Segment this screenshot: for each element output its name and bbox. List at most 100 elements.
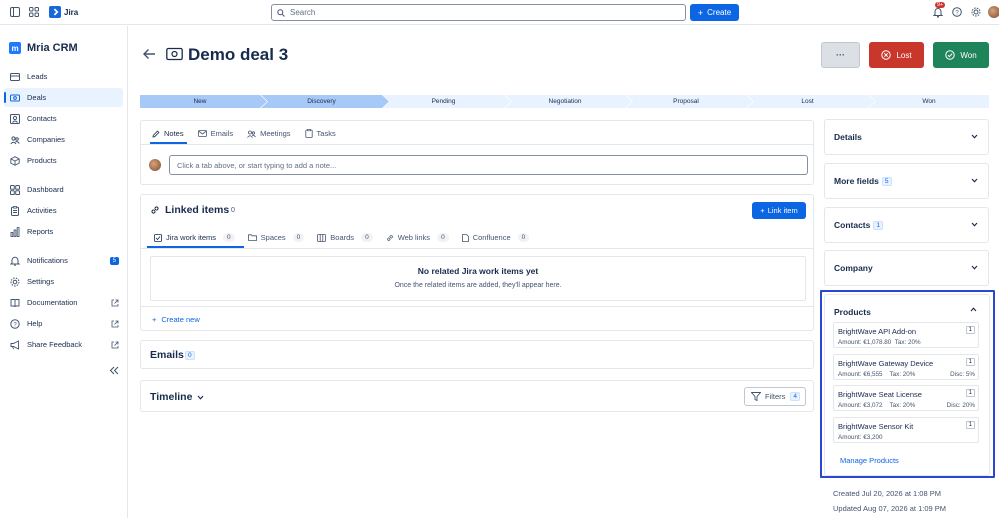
tab-web-links[interactable]: Web links 0	[386, 233, 449, 242]
notifications-bell-icon[interactable]	[933, 7, 943, 18]
jira-logo-icon[interactable]	[49, 6, 61, 18]
tab-confluence[interactable]: Confluence 0	[461, 233, 530, 242]
product-quantity: 1	[965, 358, 975, 366]
product-item[interactable]: BrightWave Gateway Device 1 Amount: €6,5…	[833, 354, 979, 380]
sidebar-item-activities[interactable]: Activities	[4, 201, 123, 220]
company-title: Company	[834, 263, 873, 273]
won-label: Won	[960, 50, 977, 60]
create-button[interactable]: + Create	[690, 4, 739, 21]
sidebar-item-help[interactable]: ? Help	[4, 314, 123, 333]
user-avatar[interactable]	[988, 6, 999, 18]
emails-card: Emails 0	[140, 340, 814, 369]
collapse-sidebar-icon[interactable]	[109, 366, 119, 375]
product-item[interactable]: BrightWave Sensor Kit 1 Amount: €3,200	[833, 417, 979, 443]
tab-notes[interactable]: Notes	[152, 129, 184, 138]
help-icon: ?	[10, 318, 20, 329]
tab-label: Boards	[330, 233, 355, 242]
contacts-section[interactable]: Contacts 1	[824, 207, 989, 243]
divider	[141, 306, 813, 307]
link-icon	[150, 205, 160, 215]
more-fields-section[interactable]: More fields 5	[824, 163, 989, 199]
lost-label: Lost	[896, 50, 912, 60]
sidebar-item-settings[interactable]: Settings	[4, 272, 123, 291]
mark-lost-button[interactable]: Lost	[869, 42, 924, 68]
products-title[interactable]: Products	[834, 307, 871, 317]
details-section[interactable]: Details	[824, 119, 989, 155]
chevron-down-icon[interactable]	[197, 395, 204, 400]
external-link-icon	[111, 320, 119, 328]
activities-clipboard-icon	[10, 205, 20, 216]
sidebar-item-label: Notifications	[27, 256, 68, 265]
sidebar-toggle-icon[interactable]	[10, 7, 20, 17]
chevron-up-icon[interactable]	[970, 307, 977, 312]
tab-jira-work-items[interactable]: Jira work items 0	[154, 233, 235, 242]
sidebar-item-label: Dashboard	[27, 185, 64, 194]
more-fields-count: 5	[881, 176, 892, 186]
linked-items-title: Linked items	[165, 204, 230, 216]
create-new-link[interactable]: + Create new	[152, 315, 200, 324]
tab-label: Meetings	[260, 129, 291, 138]
company-section[interactable]: Company	[824, 250, 989, 286]
sidebar-item-label: Leads	[27, 72, 48, 81]
sidebar-item-reports[interactable]: Reports	[4, 222, 123, 241]
help-icon[interactable]: ?	[952, 7, 962, 17]
app-name[interactable]: Jira	[64, 8, 78, 17]
tab-spaces[interactable]: Spaces 0	[247, 233, 305, 242]
emails-count: 0	[185, 351, 195, 360]
product-item[interactable]: BrightWave Seat License 1 Amount: €3,072…	[833, 385, 979, 411]
activity-tabs: Notes Emails Meetings Tasks	[152, 129, 336, 138]
timeline-card: Timeline Filters 4	[140, 380, 814, 412]
empty-state-title: No related Jira work items yet	[417, 266, 539, 276]
tab-emails[interactable]: Emails	[197, 129, 233, 138]
mark-won-button[interactable]: Won	[933, 42, 989, 68]
notifications-bell-icon	[10, 256, 20, 266]
sidebar-item-documentation[interactable]: Documentation	[4, 293, 123, 312]
search-input[interactable]: Search	[271, 4, 686, 21]
sidebar-item-label: Documentation	[27, 298, 78, 307]
product-discount: Disc: 20%	[946, 402, 975, 409]
emails-title[interactable]: Emails	[150, 349, 184, 361]
sidebar-item-label: Activities	[27, 206, 57, 215]
sidebar-item-companies[interactable]: Companies	[4, 130, 123, 149]
sidebar-item-share-feedback[interactable]: Share Feedback	[4, 335, 123, 354]
app-switcher-icon[interactable]	[29, 7, 39, 17]
create-label: Create	[707, 8, 732, 17]
filters-button[interactable]: Filters 4	[744, 387, 806, 406]
back-arrow-icon[interactable]	[142, 48, 156, 60]
settings-gear-icon[interactable]	[971, 7, 981, 17]
sidebar-item-deals[interactable]: Deals	[4, 88, 123, 107]
sidebar-item-leads[interactable]: Leads	[4, 67, 123, 86]
sidebar-item-products[interactable]: Products	[4, 151, 123, 170]
plus-icon: +	[760, 206, 765, 215]
sidebar-item-dashboard[interactable]: Dashboard	[4, 180, 123, 199]
tab-meetings[interactable]: Meetings	[247, 129, 291, 138]
activity-card: Notes Emails Meetings Tasks Click a tab …	[140, 120, 814, 185]
chevron-down-icon	[971, 222, 978, 227]
people-icon	[247, 130, 256, 138]
sidebar-item-contacts[interactable]: Contacts	[4, 109, 123, 128]
product-item[interactable]: BrightWave API Add-on 1 Amount: €1,078.8…	[833, 322, 979, 348]
manage-products-link[interactable]: Manage Products	[840, 456, 899, 465]
contacts-icon	[10, 113, 20, 124]
plus-icon: +	[697, 7, 704, 18]
filters-count: 4	[790, 392, 801, 401]
empty-state: No related Jira work items yet Once the …	[150, 256, 806, 301]
created-timestamp: Created Jul 20, 2026 at 1:08 PM	[833, 489, 941, 498]
link-item-button[interactable]: + Link item	[752, 202, 806, 219]
product-amount: Amount: €3,072 Tax: 20%	[838, 402, 915, 409]
note-input[interactable]: Click a tab above, or start typing to ad…	[169, 155, 808, 175]
tab-tasks[interactable]: Tasks	[304, 129, 336, 138]
deal-title: Demo deal 3	[188, 45, 289, 64]
amount-text: Amount: €1,078.80	[838, 339, 892, 346]
sidebar-item-notifications[interactable]: Notifications 5	[4, 251, 123, 270]
linked-items-tabs: Jira work items 0 Spaces 0 Boards 0 Web …	[154, 233, 530, 242]
tab-label: Web links	[397, 233, 431, 242]
product-quantity: 1	[965, 326, 975, 334]
tab-label: Tasks	[316, 129, 336, 138]
sidebar: m Mria CRM Leads Deals Contacts Companie…	[0, 26, 128, 518]
more-actions-button[interactable]: ···	[821, 42, 860, 68]
create-new-label: Create new	[161, 315, 200, 324]
tab-boards[interactable]: Boards 0	[317, 233, 373, 242]
timeline-title[interactable]: Timeline	[150, 391, 192, 403]
tabs-divider	[141, 144, 813, 145]
